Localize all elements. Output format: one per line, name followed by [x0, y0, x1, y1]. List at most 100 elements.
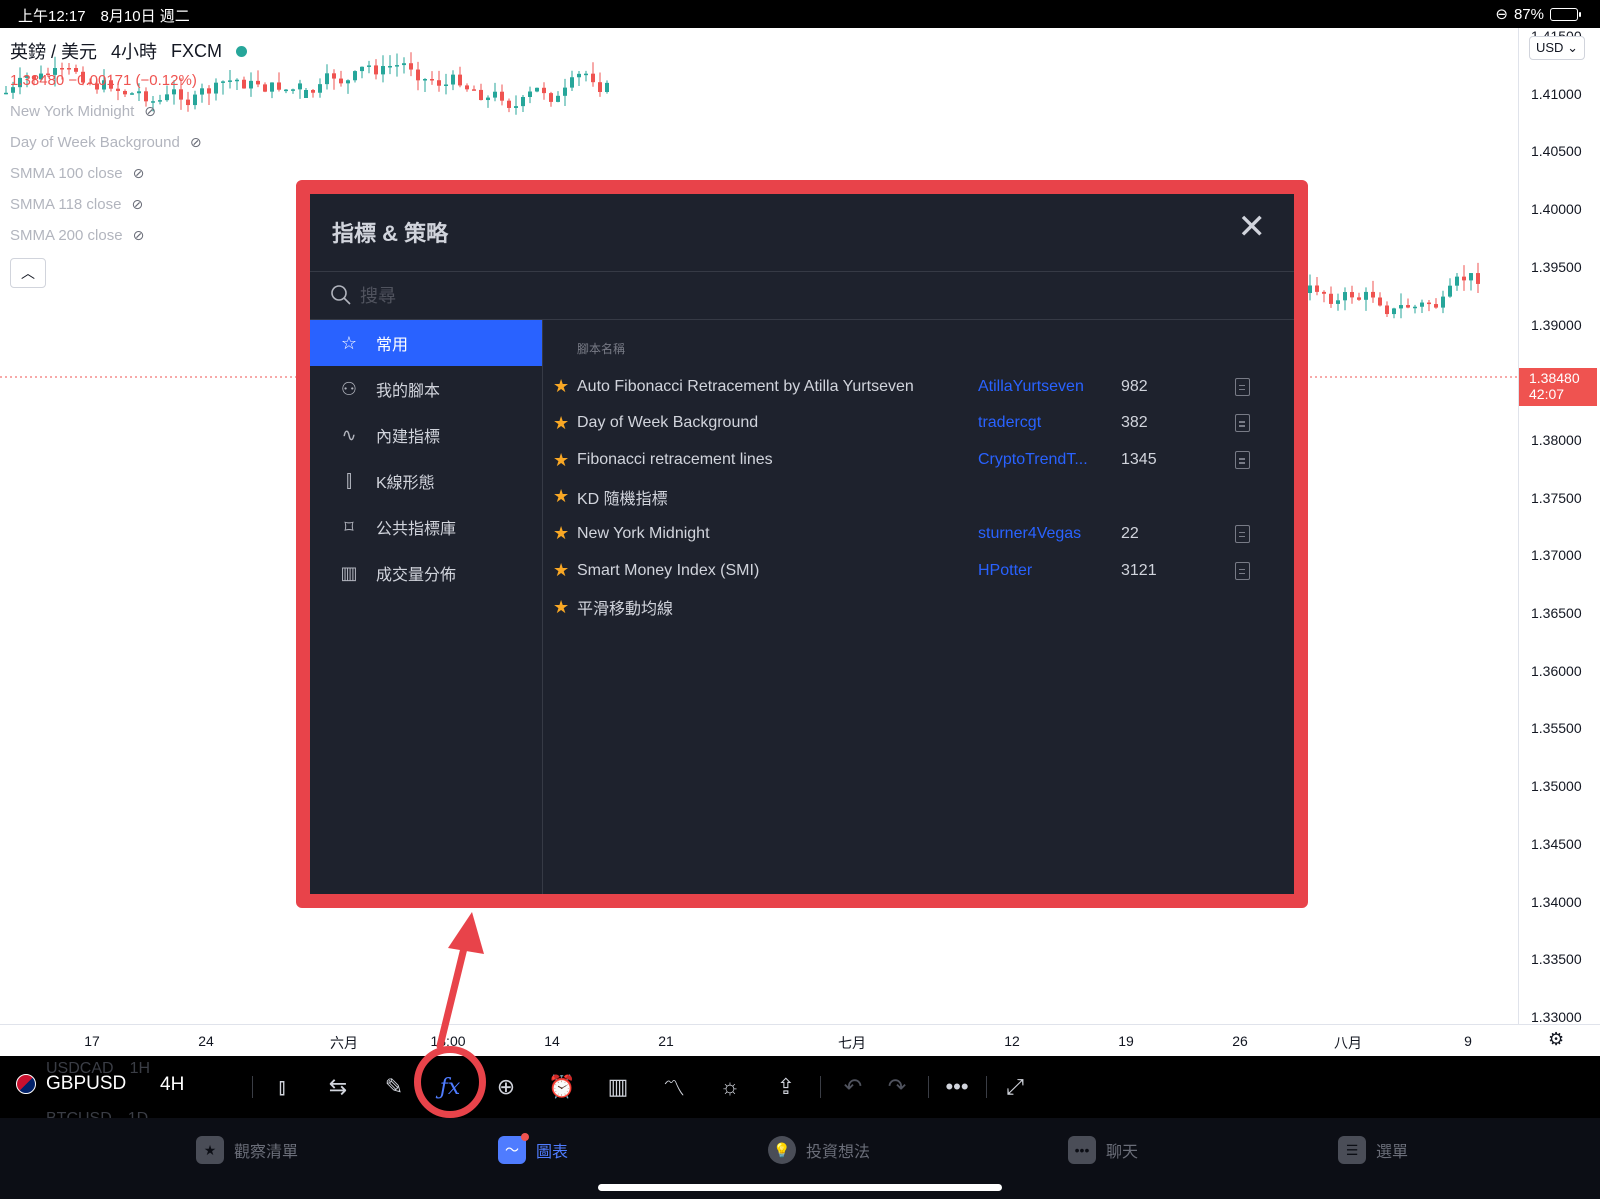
candle-body	[395, 65, 399, 67]
currency-button[interactable]: USD ⌄	[1529, 36, 1585, 60]
bottom-toolbar: USDCAD 1H BTCUSD 1D GBPUSD 4H ⫾ ⇆ ✎ ƒx ⊕…	[0, 1056, 1600, 1127]
candle-body	[458, 74, 462, 86]
candle-body	[1462, 276, 1466, 281]
price-tick: 1.35500	[1531, 720, 1582, 737]
eye-hidden-icon[interactable]: ⊘	[131, 196, 143, 213]
candle-body	[1413, 306, 1417, 309]
collapse-legend-button[interactable]: ︿	[10, 258, 46, 288]
candle-body	[256, 80, 260, 85]
candle-body	[500, 91, 504, 101]
menu-icon: ☰	[1338, 1136, 1366, 1164]
candle-body	[360, 66, 364, 72]
redo-icon[interactable]: ↷	[880, 1070, 914, 1104]
candle-body	[1406, 305, 1410, 308]
bar-chart-icon[interactable]: ▥	[601, 1070, 635, 1104]
toolbar-separator	[928, 1076, 929, 1098]
candle-body	[249, 80, 253, 89]
candle-body	[4, 92, 8, 95]
indicator-item[interactable]: New York Midnight ⊘	[10, 103, 247, 120]
time-tick: 24	[198, 1033, 214, 1049]
time-tick: 12	[1004, 1033, 1020, 1049]
drawing-tools-icon[interactable]: ✎	[377, 1070, 411, 1104]
highlight-box	[296, 180, 1308, 908]
candle-body	[1392, 308, 1396, 315]
tab-menu[interactable]: ☰ 選單	[1338, 1136, 1408, 1164]
indicator-item[interactable]: SMMA 118 close ⊘	[10, 196, 247, 213]
share-icon[interactable]: ⇪	[769, 1070, 803, 1104]
candle-body	[263, 84, 267, 92]
time-tick: 19	[1118, 1033, 1134, 1049]
indicator-chart-icon[interactable]: 〽	[657, 1070, 691, 1104]
price-tick: 1.41000	[1531, 85, 1582, 102]
chart-type-icon[interactable]: ⫾	[265, 1070, 299, 1104]
highlight-circle	[414, 1046, 486, 1118]
lightbulb-icon: 💡	[768, 1136, 796, 1164]
candle-body	[325, 73, 329, 85]
candle-body	[430, 79, 434, 81]
tab-chart[interactable]: 〜 圖表	[498, 1133, 568, 1164]
price-tick: 1.33500	[1531, 951, 1582, 968]
candle-body	[339, 78, 343, 84]
candle-body	[416, 69, 420, 81]
price-tick: 1.34000	[1531, 893, 1582, 910]
alert-icon[interactable]: ⏰	[545, 1070, 579, 1104]
candle-body	[298, 83, 302, 90]
indicator-item[interactable]: Day of Week Background ⊘	[10, 134, 247, 151]
price-tick: 1.36500	[1531, 605, 1582, 621]
tab-chat[interactable]: ••• 聊天	[1068, 1136, 1138, 1164]
candle-body	[542, 87, 546, 94]
price-tick: 1.35000	[1531, 778, 1582, 795]
candle-body	[1308, 285, 1312, 294]
battery-percent: 87%	[1513, 5, 1544, 23]
candle-body	[514, 106, 518, 108]
candle-body	[472, 89, 476, 91]
compare-icon[interactable]: ⇆	[321, 1070, 355, 1104]
more-icon[interactable]: •••	[940, 1070, 974, 1104]
chart-settings-icon[interactable]: ⚙	[1548, 1029, 1564, 1050]
price-change: 1.38480 −0.00171 (−0.12%)	[10, 72, 197, 89]
eye-hidden-icon[interactable]: ⊘	[144, 103, 156, 120]
fullscreen-icon[interactable]: ⤢	[998, 1070, 1032, 1104]
candle-body	[577, 73, 581, 78]
tab-watchlist[interactable]: ★ 觀察清單	[196, 1136, 298, 1164]
lightbulb-icon[interactable]: ☼	[713, 1070, 747, 1104]
candle-body	[1329, 293, 1333, 304]
chart-legend: 英鎊 / 美元 4小時 FXCM 1.38480 −0.00171 (−0.12…	[10, 38, 248, 288]
timeframe-selector[interactable]: 4H	[160, 1074, 184, 1096]
price-tick: 1.39500	[1531, 258, 1582, 275]
indicator-item[interactable]: SMMA 100 close ⊘	[10, 165, 247, 182]
indicator-item[interactable]: SMMA 200 close ⊘	[10, 227, 247, 244]
eye-hidden-icon[interactable]: ⊘	[133, 165, 145, 182]
symbol-name: 英鎊 / 美元	[10, 42, 98, 62]
candle-body	[605, 82, 609, 92]
toolbar-separator	[252, 1076, 253, 1098]
price-tick: 1.34500	[1531, 835, 1582, 852]
time-axis[interactable]: 17 24 六月 13:00 14 21 七月 12 19 26 八月 9 ⚙	[0, 1024, 1600, 1056]
price-tick: 1.37500	[1531, 489, 1582, 506]
candle-body	[1378, 297, 1382, 306]
candle-body	[367, 65, 371, 67]
candle-body	[479, 89, 483, 101]
candle-body	[1385, 305, 1389, 315]
star-icon: ★	[196, 1136, 224, 1164]
time-tick: 14	[544, 1033, 560, 1049]
price-axis[interactable]: 1.415001.410001.405001.400001.395001.390…	[1518, 28, 1600, 1025]
candle-body	[1420, 302, 1424, 307]
undo-icon[interactable]: ↶	[836, 1070, 870, 1104]
candle-body	[1427, 302, 1431, 305]
add-icon[interactable]: ⊕	[489, 1070, 523, 1104]
eye-hidden-icon[interactable]: ⊘	[133, 227, 145, 244]
candle-body	[535, 87, 539, 92]
price-tick: 1.39000	[1531, 316, 1582, 333]
time-tick: 八月	[1334, 1035, 1362, 1051]
price-tick: 1.33000	[1531, 1008, 1582, 1025]
market-status-dot	[236, 45, 248, 57]
candle-body	[1336, 300, 1340, 304]
symbol-exchange: FXCM	[171, 40, 223, 61]
chat-icon: •••	[1068, 1136, 1096, 1164]
eye-hidden-icon[interactable]: ⊘	[190, 134, 202, 151]
symbol-header[interactable]: 英鎊 / 美元 4小時 FXCM	[10, 38, 248, 64]
tab-ideas[interactable]: 💡 投資想法	[768, 1136, 870, 1164]
candle-body	[507, 100, 511, 108]
symbol-selector[interactable]: GBPUSD	[16, 1073, 126, 1095]
